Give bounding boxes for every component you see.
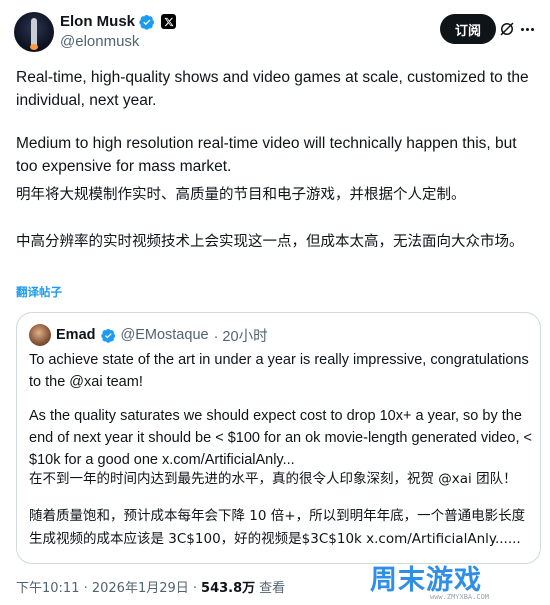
views-label: 查看	[259, 581, 286, 596]
avatar[interactable]	[14, 12, 54, 52]
post-text-cn-1: 明年将大规模制作实时、高质量的节目和电子游戏，并根据个人定制。	[16, 187, 466, 203]
post-text-en-2: Medium to high resolution real-time vide…	[16, 135, 517, 175]
quoted-author-name[interactable]: Emad	[56, 327, 96, 343]
quoted-text-cn-1: 在不到一年的时间内达到最先进的水平，真的很令人印象深刻，祝贺 @xai 团队！	[29, 471, 517, 487]
rocket-icon	[31, 18, 37, 46]
grok-icon[interactable]	[498, 20, 516, 38]
flame-icon	[30, 44, 38, 50]
post-timestamp[interactable]: 下午10:11 · 2026年1月29日 ·	[16, 577, 197, 596]
translate-post-link[interactable]: 翻译帖子	[16, 284, 62, 300]
view-count: 543.8万	[201, 581, 256, 596]
quoted-avatar[interactable]	[29, 324, 51, 346]
post-text-cn-2: 中高分辨率的实时视频技术上会实现这一点，但成本太高，无法面向大众市场。	[16, 234, 524, 250]
watermark-logo-text: 周末游戏	[370, 565, 482, 596]
quoted-post-time: · 20小时	[213, 328, 268, 345]
quoted-text-en-1: To achieve state of the art in under a y…	[29, 352, 529, 390]
quoted-author-handle[interactable]: @EMostaque	[121, 327, 209, 343]
author-handle[interactable]: @elonmusk	[60, 33, 139, 50]
verified-badge-icon	[139, 14, 155, 30]
quoted-text-cn-2: 随着质量饱和，预计成本每年会下降 10 倍+，所以到明年年底，一个普通电影长度生…	[29, 508, 526, 547]
site-watermark: 周末游戏 www.ZMYXBA.COM	[370, 558, 530, 602]
watermark-url: www.ZMYXBA.COM	[430, 593, 490, 601]
post-header: Elon Musk @elonmusk 订阅	[14, 10, 536, 56]
x-logo-icon	[161, 14, 177, 29]
verified-badge-icon	[100, 328, 115, 343]
author-name-row: Elon Musk	[60, 13, 177, 30]
quoted-text-en-2: As the quality saturates we should expec…	[29, 408, 533, 468]
post-footer: 下午10:11 · 2026年1月29日 · 543.8万 查看	[16, 577, 285, 596]
quoted-post-header: Emad @EMostaque · 20小时	[29, 324, 268, 346]
more-options-icon[interactable]	[518, 20, 536, 38]
author-name[interactable]: Elon Musk	[60, 13, 135, 30]
subscribe-button[interactable]: 订阅	[439, 14, 496, 44]
post-text-en-1: Real-time, high-quality shows and video …	[16, 69, 529, 109]
quoted-post[interactable]: Emad @EMostaque · 20小时 To achieve state …	[16, 312, 541, 564]
